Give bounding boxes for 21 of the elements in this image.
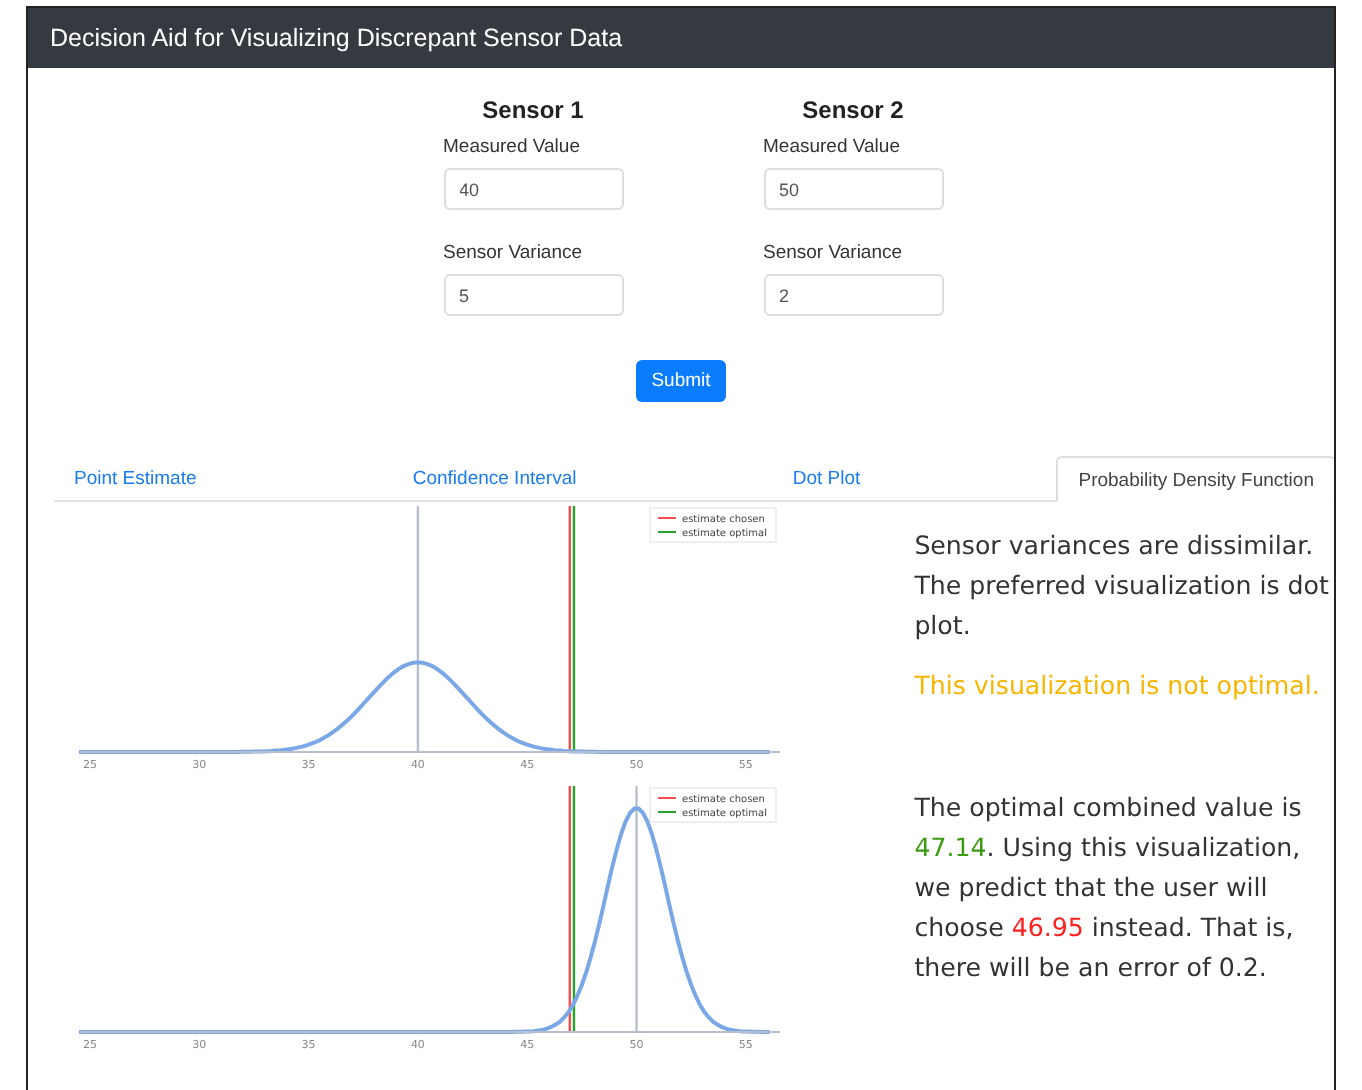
input-field[interactable]: 50 (763, 168, 943, 210)
warning-text: This visualization is not optimal. (914, 668, 1322, 704)
sensor-heading: Sensor 1 (480, 96, 586, 124)
legend-box (649, 787, 777, 823)
tab[interactable]: Probability Density Function (1056, 456, 1334, 502)
submit-button[interactable]: Submit (635, 360, 727, 402)
field-label: Measured Value (763, 136, 902, 158)
window-title: Decision Aid for Visualizing Discrepant Sensor Data (50, 24, 623, 52)
assessment-text: Sensor variances are dissimilar. The preferred visualization is dot plot. (914, 528, 1331, 644)
field-label: Sensor Variance (443, 242, 585, 264)
sensor-heading: Sensor 2 (800, 96, 906, 124)
input-field[interactable]: 2 (763, 274, 943, 316)
result-text: The optimal combined value is 47.14. Using this visualization, we predict that the user will choose 46.95 instead. That is, there will be an error of 0.2. (914, 790, 1304, 986)
field-label: Measured Value (443, 136, 582, 158)
tab[interactable]: Point Estimate (54, 456, 217, 500)
input-field[interactable]: 5 (443, 274, 623, 316)
input-field[interactable]: 40 (443, 168, 623, 210)
tab[interactable]: Confidence Interval (392, 456, 597, 500)
tab[interactable]: Dot Plot (772, 456, 881, 500)
legend-box (649, 507, 777, 543)
field-label: Sensor Variance (763, 242, 905, 264)
